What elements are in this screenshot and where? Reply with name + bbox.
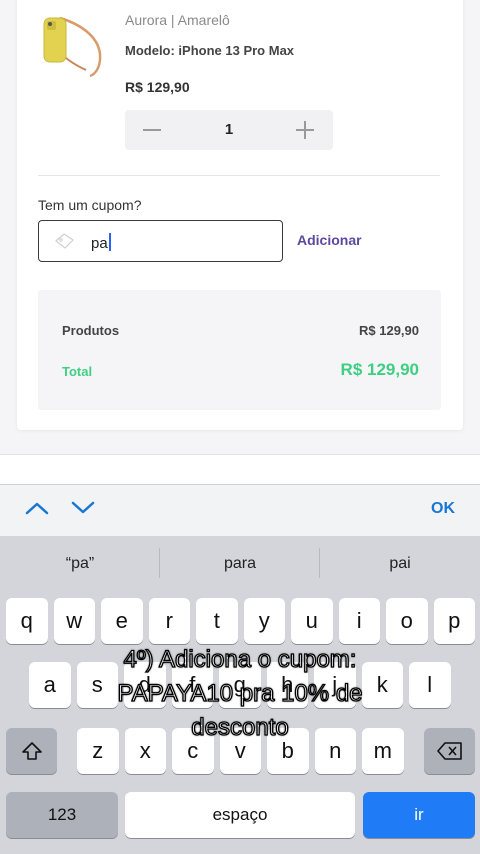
coupon-input[interactable]: pa bbox=[38, 220, 283, 262]
key-p[interactable]: p bbox=[433, 598, 475, 644]
product-price: R$ 129,90 bbox=[125, 79, 190, 95]
key-t[interactable]: t bbox=[196, 598, 238, 644]
suggestion-3[interactable]: pai bbox=[320, 555, 480, 573]
divider bbox=[38, 175, 440, 176]
key-w[interactable]: w bbox=[53, 598, 95, 644]
key-i[interactable]: i bbox=[338, 598, 380, 644]
key-k[interactable]: k bbox=[361, 662, 403, 708]
quantity-stepper: 1 bbox=[125, 110, 333, 150]
shift-icon bbox=[21, 742, 42, 760]
footer-strip bbox=[0, 454, 480, 484]
backspace-key[interactable] bbox=[424, 728, 475, 774]
add-coupon-button[interactable]: Adicionar bbox=[297, 232, 362, 248]
key-n[interactable]: n bbox=[314, 728, 356, 774]
key-m[interactable]: m bbox=[362, 728, 404, 774]
total-value: R$ 129,90 bbox=[340, 360, 419, 379]
key-r[interactable]: r bbox=[148, 598, 190, 644]
backspace-icon bbox=[436, 742, 462, 760]
key-g[interactable]: g bbox=[219, 662, 261, 708]
total-label: Total bbox=[62, 364, 93, 379]
products-label: Produtos bbox=[62, 323, 120, 338]
key-o[interactable]: o bbox=[386, 598, 428, 644]
order-summary: Produtos R$ 129,90 Total R$ 129,90 bbox=[38, 290, 441, 410]
text-caret bbox=[108, 233, 111, 251]
key-j[interactable]: j bbox=[314, 662, 356, 708]
key-v[interactable]: v bbox=[219, 728, 261, 774]
key-a[interactable]: a bbox=[29, 662, 71, 708]
coupon-label: Tem um cupom? bbox=[38, 197, 142, 213]
key-s[interactable]: s bbox=[76, 662, 118, 708]
key-u[interactable]: u bbox=[291, 598, 333, 644]
key-c[interactable]: c bbox=[172, 728, 214, 774]
product-model: Modelo: iPhone 13 Pro Max bbox=[125, 43, 295, 58]
key-q[interactable]: q bbox=[6, 598, 48, 644]
key-x[interactable]: x bbox=[124, 728, 166, 774]
key-e[interactable]: e bbox=[101, 598, 143, 644]
key-h[interactable]: h bbox=[266, 662, 308, 708]
key-y[interactable]: y bbox=[243, 598, 285, 644]
key-l[interactable]: l bbox=[409, 662, 451, 708]
products-value: R$ 129,90 bbox=[359, 323, 419, 338]
space-key[interactable]: espaço bbox=[125, 792, 355, 838]
shift-key[interactable] bbox=[6, 728, 57, 774]
coupon-input-value: pa bbox=[91, 233, 111, 252]
key-b[interactable]: b bbox=[267, 728, 309, 774]
phone-case-image bbox=[43, 16, 102, 78]
ticket-icon bbox=[55, 233, 74, 249]
numbers-key[interactable]: 123 bbox=[6, 792, 118, 838]
product-brand: Aurora | Amarelô bbox=[125, 12, 230, 28]
key-d[interactable]: d bbox=[124, 662, 166, 708]
chevron-down-icon[interactable] bbox=[70, 500, 96, 516]
chevron-up-icon[interactable] bbox=[24, 500, 50, 516]
key-z[interactable]: z bbox=[77, 728, 119, 774]
done-button[interactable]: OK bbox=[431, 500, 455, 518]
key-f[interactable]: f bbox=[171, 662, 213, 708]
suggestion-1[interactable]: “pa” bbox=[0, 555, 160, 573]
go-key[interactable]: ir bbox=[363, 792, 475, 838]
suggestion-2[interactable]: para bbox=[160, 555, 320, 573]
